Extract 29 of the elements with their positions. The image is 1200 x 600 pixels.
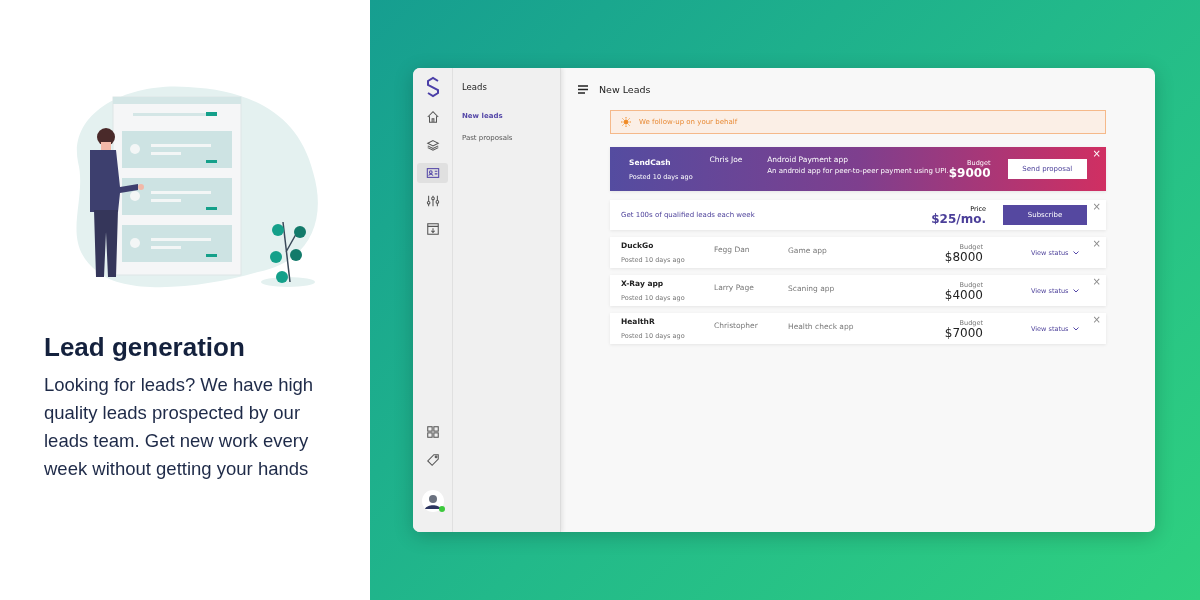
page-title: New Leads: [599, 83, 651, 95]
chevron-down-icon: [1073, 326, 1080, 331]
avatar[interactable]: [421, 490, 444, 512]
close-button[interactable]: ×: [1092, 149, 1101, 159]
chevron-down-icon: [1073, 288, 1080, 293]
heading: Lead generation: [44, 332, 246, 363]
home-icon: [425, 110, 440, 124]
sun-icon: [621, 117, 631, 127]
close-button[interactable]: ×: [1092, 202, 1101, 212]
contact-card-icon: [425, 166, 440, 180]
price-amount: $25/mo.: [931, 213, 986, 225]
tag-icon: [425, 453, 440, 467]
layers-icon: [425, 138, 440, 152]
budget-amount: $4000: [944, 288, 983, 301]
chevron-down-icon: [1073, 250, 1080, 255]
sidebar-title: Leads: [462, 82, 488, 92]
description-text: Looking for leads? We have high quality leads prospected by our leads team. Get new work every week without getting your hands: [44, 373, 315, 481]
logo-icon: [424, 76, 441, 98]
sliders-icon: [425, 194, 440, 208]
budget-amount: $7000: [944, 326, 983, 339]
online-status-dot: [438, 506, 445, 512]
download-box-icon: [425, 222, 440, 236]
close-button[interactable]: ×: [1092, 239, 1101, 249]
budget-amount: $8000: [944, 250, 983, 263]
menu-icon[interactable]: [578, 84, 588, 94]
grid-icon: [425, 425, 440, 439]
close-button[interactable]: ×: [1092, 277, 1101, 287]
close-button[interactable]: ×: [1092, 315, 1101, 325]
rail-button[interactable]: [417, 163, 448, 183]
